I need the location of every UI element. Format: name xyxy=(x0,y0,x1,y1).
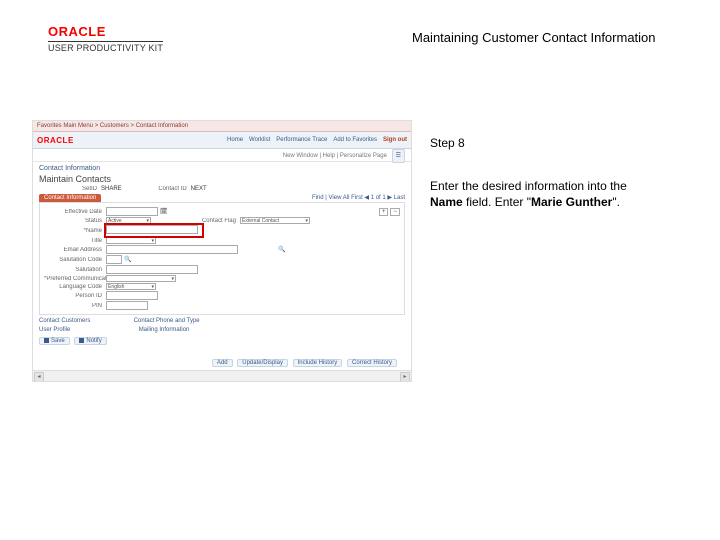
email-label: Email Address xyxy=(44,247,106,253)
content-region: Contact Information Maintain Contacts Se… xyxy=(33,162,411,348)
page-title: Maintain Contacts xyxy=(39,174,405,184)
title-select[interactable]: ▾ xyxy=(106,237,156,244)
contactid-label: Contact ID xyxy=(142,186,191,192)
scroll-right-icon[interactable]: ▸ xyxy=(400,372,410,382)
setid-value: SHARE xyxy=(101,186,122,192)
email-lookup-icon[interactable]: 🔍 xyxy=(278,246,285,253)
language-select[interactable]: English▾ xyxy=(106,283,156,290)
nav-add-favorites[interactable]: Add to Favorites xyxy=(333,137,377,143)
instruction-middle: field. Enter " xyxy=(463,195,531,209)
pref-comm-label: *Preferred Communication xyxy=(44,276,106,282)
calendar-icon[interactable]: 🗓 xyxy=(160,208,168,215)
nav-home[interactable]: Home xyxy=(227,137,243,143)
name-label: *Name xyxy=(44,228,106,234)
delete-row-icon[interactable]: − xyxy=(390,208,400,216)
oracle-wordmark: ORACLE xyxy=(48,24,163,39)
app-brand: ORACLE xyxy=(37,136,74,145)
language-label: Language Code xyxy=(44,284,106,290)
status-label: Status xyxy=(44,218,106,224)
link-contact-customers[interactable]: Contact Customers xyxy=(39,318,90,324)
add-button[interactable]: Add xyxy=(212,359,233,367)
tab-contact-information[interactable]: Contact Information xyxy=(39,194,101,202)
link-mailing-info[interactable]: Mailing Information xyxy=(139,327,190,333)
pin-label: PIN xyxy=(44,303,106,309)
pin-field[interactable] xyxy=(106,301,148,310)
notify-button[interactable]: Notify xyxy=(74,337,106,345)
name-field[interactable] xyxy=(106,225,198,234)
save-button-row: Save Notify xyxy=(39,337,405,345)
eff-date-label: Effective Date xyxy=(44,209,106,215)
product-logo: ORACLE USER PRODUCTIVITY KIT xyxy=(48,24,163,53)
page-actions-text[interactable]: New Window | Help | Personalize Page xyxy=(283,153,387,159)
horizontal-scrollbar[interactable]: ◂ ▸ xyxy=(33,370,411,381)
nav-sign-out[interactable]: Sign out xyxy=(383,137,407,143)
instruction-value: Marie Gunther xyxy=(531,195,612,209)
step-instruction: Enter the desired information into the N… xyxy=(430,178,650,210)
salutation-field[interactable] xyxy=(106,265,198,274)
status-select[interactable]: Active▾ xyxy=(106,217,151,224)
section-links: Contact Customers Contact Phone and Type xyxy=(39,318,405,324)
app-header: ORACLE Home Worklist Performance Trace A… xyxy=(33,132,411,149)
page-actions-bar: New Window | Help | Personalize Page ☰ xyxy=(33,149,411,162)
personid-label: Person ID xyxy=(44,293,106,299)
instruction-suffix: ". xyxy=(612,195,620,209)
salutation-code-label: Salutation Code xyxy=(44,257,106,263)
contact-flag-select[interactable]: External Contact▾ xyxy=(240,217,310,224)
contactid-value: NEXT xyxy=(191,186,207,192)
instruction-prefix: Enter the desired information into the xyxy=(430,179,627,193)
contact-flag-label: Contact Flag xyxy=(181,218,240,224)
product-name: USER PRODUCTIVITY KIT xyxy=(48,41,163,53)
app-screenshot: Favorites Main Menu > Customers > Contac… xyxy=(32,120,412,382)
include-history-button[interactable]: Include History xyxy=(293,359,343,367)
nav-performance-trace[interactable]: Performance Trace xyxy=(276,137,327,143)
component-title: Contact Information xyxy=(39,165,405,172)
instruction-field-name: Name xyxy=(430,195,463,209)
salutation-code-field[interactable] xyxy=(106,255,122,264)
save-button[interactable]: Save xyxy=(39,337,70,345)
scroll-left-icon[interactable]: ◂ xyxy=(34,372,44,382)
header-nav: Home Worklist Performance Trace Add to F… xyxy=(227,137,407,143)
update-display-button[interactable]: Update/Display xyxy=(237,359,288,367)
document-title: Maintaining Customer Contact Information xyxy=(412,30,656,45)
favorites-bar: Favorites Main Menu > Customers > Contac… xyxy=(33,121,411,132)
correct-history-button[interactable]: Correct History xyxy=(347,359,397,367)
contact-form: Effective Date 🗓 + − Status Active▾ Cont… xyxy=(39,202,405,315)
salutation-lookup-icon[interactable]: 🔍 xyxy=(124,256,131,263)
setid-label: SetID xyxy=(39,186,101,192)
title-label: Title xyxy=(44,238,106,244)
link-contact-phone[interactable]: Contact Phone and Type xyxy=(134,318,200,324)
personid-field[interactable] xyxy=(106,291,158,300)
name-field-highlight xyxy=(106,225,198,236)
add-row-icon[interactable]: + xyxy=(379,208,389,216)
nav-worklist[interactable]: Worklist xyxy=(249,137,270,143)
email-field[interactable] xyxy=(106,245,238,254)
pref-comm-select[interactable]: ▾ xyxy=(106,275,176,282)
scroll-pager[interactable]: Find | View All First ◀ 1 of 1 ▶ Last xyxy=(312,194,405,201)
link-user-profile[interactable]: User Profile xyxy=(39,327,70,333)
step-number: Step 8 xyxy=(430,136,465,150)
salutation-label: Salutation xyxy=(44,267,106,273)
http-icon[interactable]: ☰ xyxy=(392,149,405,163)
eff-date-field[interactable] xyxy=(106,207,158,216)
header-keys: SetID SHARE Contact ID NEXT xyxy=(39,186,405,192)
mode-buttons: Add Update/Display Include History Corre… xyxy=(209,359,397,367)
